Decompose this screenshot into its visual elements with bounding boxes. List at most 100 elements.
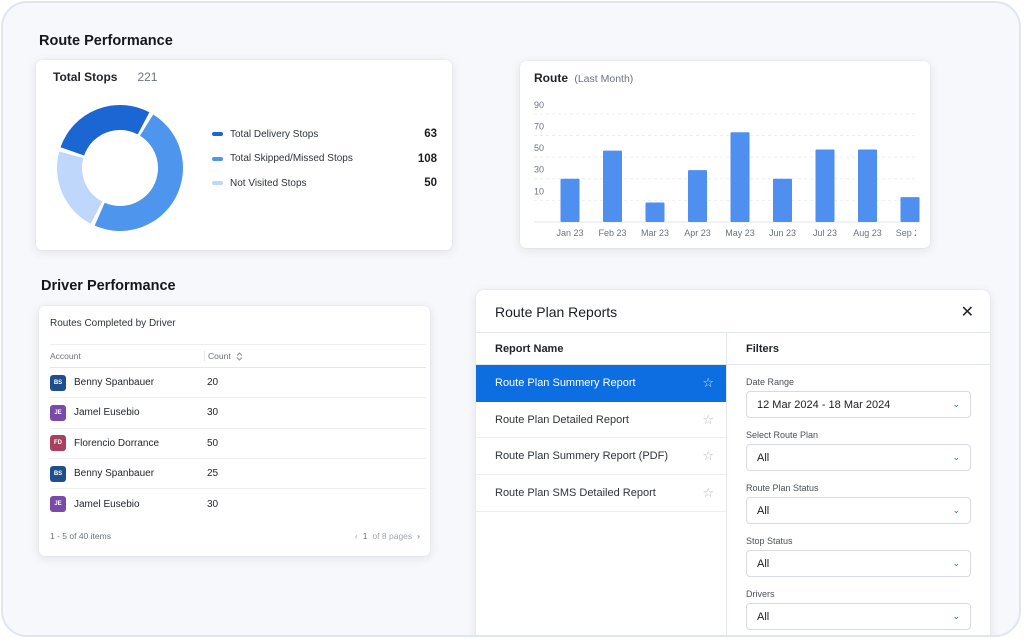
x-tick-label: Jan 23 [556, 228, 583, 238]
stops-donut-chart [57, 104, 184, 232]
route-plan-reports-dialog: Route Plan Reports ✕ Report Name Route P… [476, 290, 990, 635]
legend-value: 108 [417, 152, 437, 165]
filters-header: Filters [728, 333, 990, 365]
account-cell: FD Florencio Dorrance [50, 435, 205, 452]
column-count-label: Count [208, 351, 231, 361]
bar [688, 170, 707, 222]
report-item-label: Route Plan Summery Report (PDF) [495, 450, 668, 463]
star-icon[interactable]: ☆ [702, 412, 714, 428]
route-performance-title: Route Performance [39, 33, 173, 49]
x-tick-label: Feb 23 [598, 228, 626, 238]
avatar: JE [50, 404, 66, 421]
bar [560, 178, 580, 222]
avatar: BS [50, 465, 66, 482]
report-item-label: Route Plan Detailed Report [495, 413, 629, 426]
route-chart-card: Route (Last Month) 10 30 50 70 90 Jan 23 Feb 2… [520, 61, 930, 248]
legend-swatch [212, 156, 223, 161]
avatar: FD [50, 435, 66, 452]
table-row[interactable]: BS Benny Spanbauer 25 [50, 459, 426, 490]
x-tick-label: Apr 23 [684, 228, 711, 238]
driver-name: Jamel Eusebio [74, 407, 140, 419]
column-count[interactable]: Count [204, 351, 243, 361]
star-icon[interactable]: ☆ [702, 448, 714, 464]
table-row[interactable]: FD Florencio Dorrance 50 [50, 429, 426, 459]
table-row[interactable]: JE Jamel Eusebio 30 [50, 398, 426, 429]
driver-name: Benny Spanbauer [74, 377, 155, 389]
bar [858, 149, 877, 222]
legend-item-delivery: Total Delivery Stops 63 [212, 122, 437, 147]
account-cell: BS Benny Spanbauer [50, 465, 205, 482]
date-range-value: 12 Mar 2024 - 18 Mar 2024 [757, 398, 891, 411]
route-plan-status-select[interactable]: All ⌄ [746, 497, 971, 524]
filter-label-route-plan-status: Route Plan Status [746, 483, 819, 493]
star-icon[interactable]: ☆ [702, 375, 714, 391]
legend-swatch [212, 181, 223, 186]
x-tick-label: Aug 23 [853, 228, 882, 238]
count-cell: 30 [207, 407, 219, 419]
column-account: Account [50, 351, 81, 361]
prev-page-icon[interactable]: ‹ [355, 531, 358, 541]
sort-icon[interactable] [236, 351, 243, 361]
star-icon[interactable]: ☆ [702, 485, 714, 501]
current-page[interactable]: 1 [363, 531, 368, 541]
drivers-select[interactable]: All ⌄ [746, 603, 971, 630]
legend-value: 63 [424, 128, 437, 141]
report-item-detailed[interactable]: Route Plan Detailed Report ☆ [476, 402, 726, 439]
x-tick-label: Jul 23 [813, 228, 837, 238]
x-tick-label: Sep 23 [896, 228, 925, 238]
table-row[interactable]: BS Benny Spanbauer 20 [50, 368, 426, 399]
report-item-summery-pdf[interactable]: Route Plan Summery Report (PDF) ☆ [476, 438, 726, 476]
legend-value: 50 [424, 177, 437, 190]
donut-slice-not-visited [57, 151, 103, 224]
driver-performance-title: Driver Performance [41, 278, 176, 294]
count-cell: 25 [207, 468, 219, 480]
legend-item-skipped: Total Skipped/Missed Stops 108 [212, 147, 437, 172]
next-page-icon[interactable]: › [417, 531, 420, 541]
driver-table: Account Count BS Benny Spanbauer 20 JE J… [50, 344, 426, 519]
pagination-controls: ‹ 1 of 8 pages › [355, 531, 420, 541]
bar [603, 150, 622, 222]
stop-status-select[interactable]: All ⌄ [746, 550, 971, 577]
bar [645, 202, 665, 222]
route-plan-status-value: All [757, 504, 770, 517]
bar [900, 197, 920, 222]
count-cell: 50 [207, 437, 219, 449]
y-tick-label: 10 [534, 186, 544, 196]
report-list: Report Name Route Plan Summery Report ☆ … [476, 333, 727, 635]
chevron-down-icon: ⌄ [952, 558, 960, 568]
y-tick-label: 50 [534, 143, 544, 153]
total-stops-header: Total Stops 221 [53, 70, 157, 84]
report-item-sms-detailed[interactable]: Route Plan SMS Detailed Report ☆ [476, 475, 726, 512]
driver-name: Florencio Dorrance [74, 437, 160, 449]
x-tick-label: Mar 23 [641, 228, 669, 238]
chevron-down-icon: ⌄ [952, 505, 960, 515]
driver-name: Benny Spanbauer [74, 468, 155, 480]
account-cell: BS Benny Spanbauer [50, 374, 205, 391]
report-name-header: Report Name [476, 333, 726, 365]
route-bar-chart: 10 30 50 70 90 Jan 23 Feb 23 Mar 23 Apr 23 May 23… [534, 100, 925, 238]
bar [815, 149, 835, 222]
filter-label-route-plan: Select Route Plan [746, 430, 819, 440]
close-icon[interactable]: ✕ [961, 302, 974, 322]
routes-by-driver-card: Routes Completed by Driver Account Count… [39, 306, 430, 556]
avatar: JE [50, 496, 66, 513]
chevron-down-icon: ⌄ [952, 611, 960, 621]
route-plan-value: All [757, 451, 770, 464]
filter-label-drivers: Drivers [746, 589, 775, 599]
date-range-select[interactable]: 12 Mar 2024 - 18 Mar 2024 ⌄ [746, 391, 971, 418]
dashboard-frame: Route Performance Total Stops 221 Total … [1, 1, 1021, 637]
legend-label: Total Skipped/Missed Stops [230, 153, 353, 165]
x-tick-label: Jun 23 [769, 228, 796, 238]
legend-swatch [212, 132, 223, 137]
bar [773, 178, 792, 222]
donut-slice-delivery [60, 104, 150, 156]
y-tick-label: 70 [534, 121, 544, 131]
report-item-summery[interactable]: Route Plan Summery Report ☆ [476, 365, 726, 402]
count-cell: 30 [207, 498, 219, 510]
drivers-value: All [757, 610, 770, 623]
table-row[interactable]: JE Jamel Eusebio 30 [50, 489, 426, 519]
route-plan-select[interactable]: All ⌄ [746, 444, 971, 471]
routes-by-driver-title: Routes Completed by Driver [50, 318, 176, 329]
total-stops-value: 221 [137, 70, 158, 84]
total-stops-label: Total Stops [53, 70, 118, 84]
